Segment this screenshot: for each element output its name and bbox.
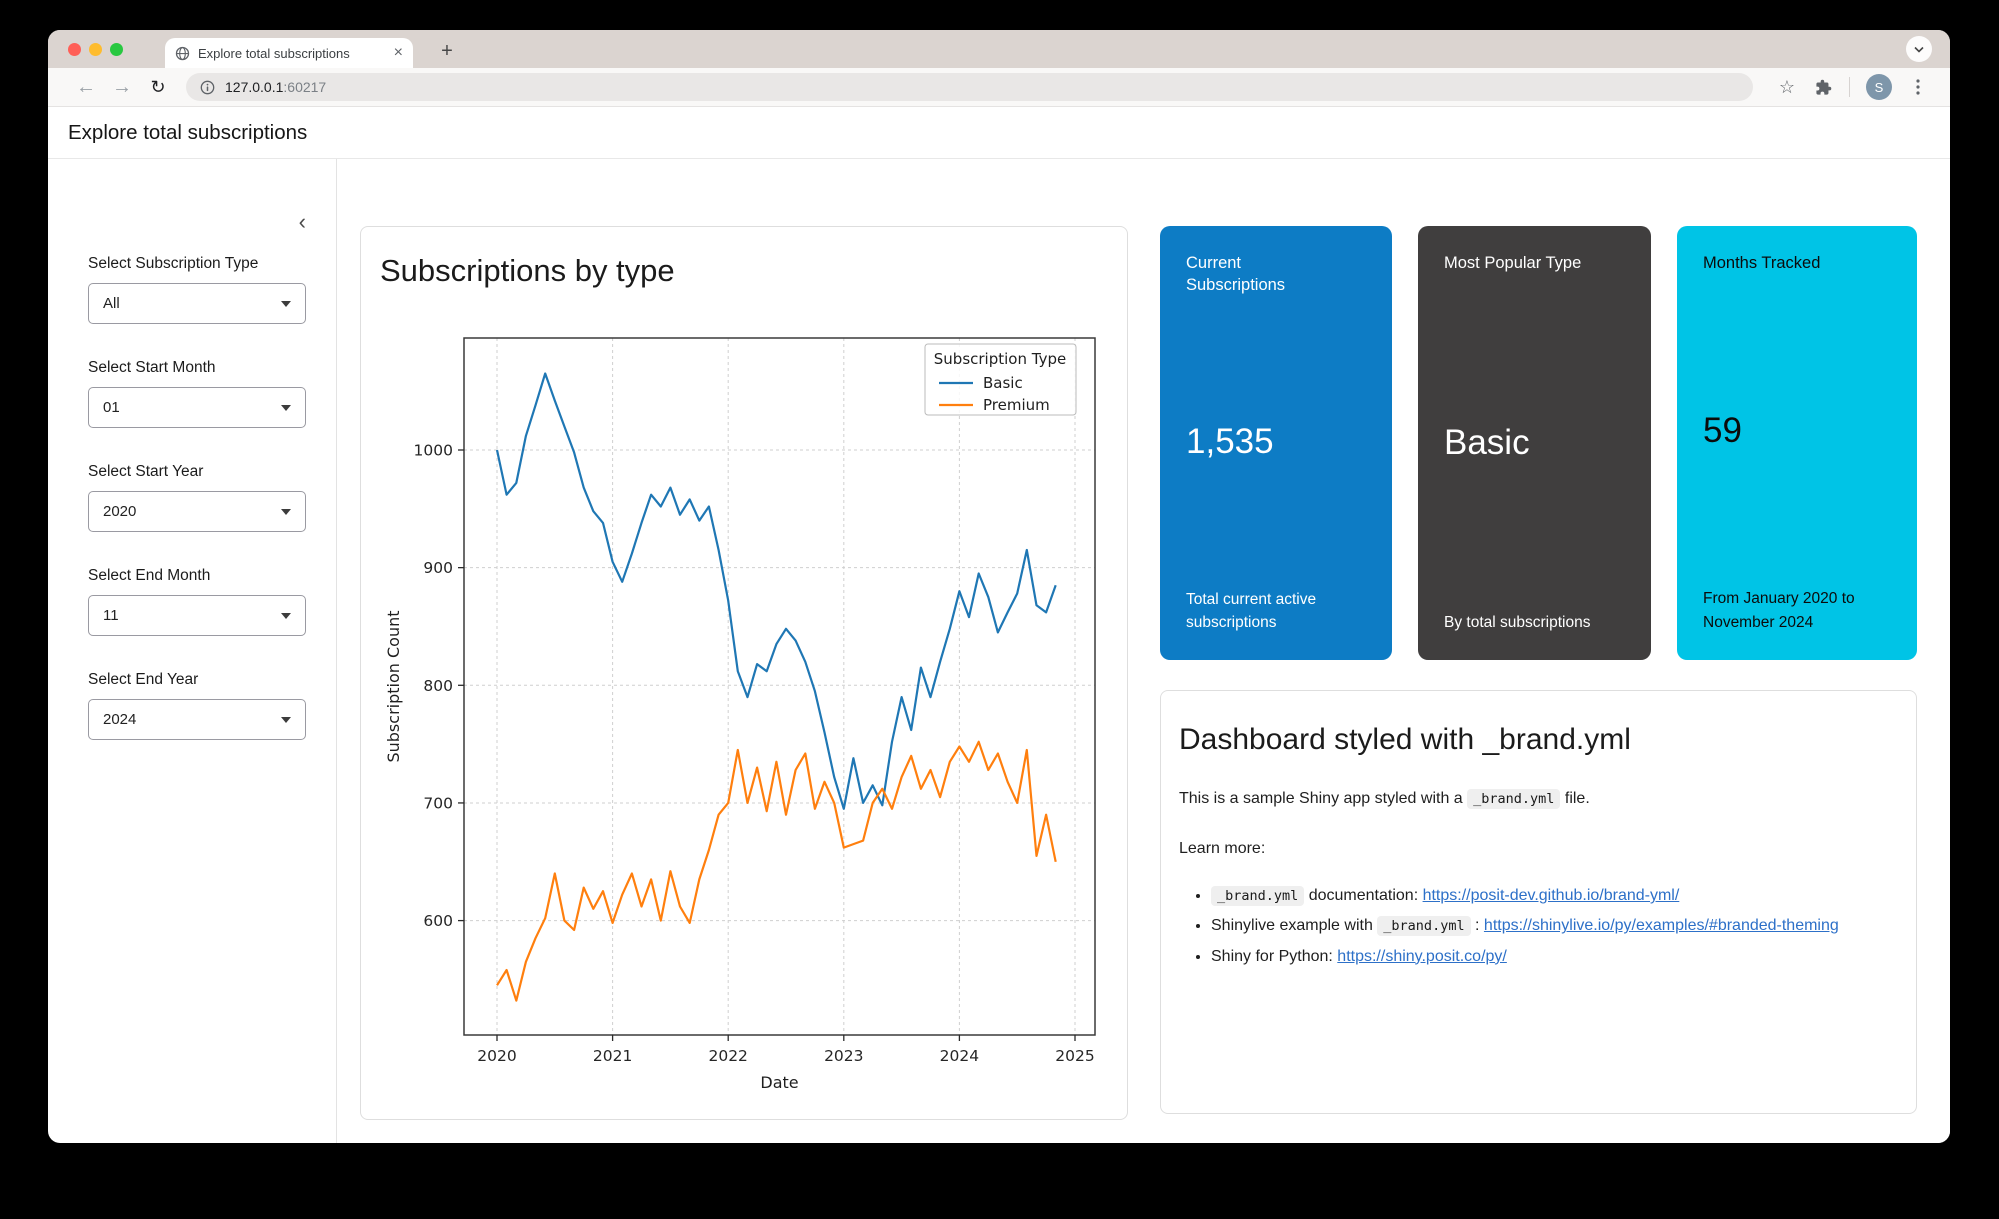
value-box-caption: By total subscriptions bbox=[1444, 611, 1625, 634]
brand-info-card: Dashboard styled with _brand.yml This is… bbox=[1160, 690, 1917, 1114]
brand-yml-code: _brand.yml bbox=[1377, 916, 1470, 936]
forward-button[interactable]: → bbox=[106, 71, 138, 103]
app-header: Explore total subscriptions bbox=[48, 107, 1950, 159]
end-month-select[interactable]: 11 bbox=[88, 595, 306, 636]
value-box-title: Current Subscriptions bbox=[1186, 252, 1330, 297]
filter-subscription-type: Select Subscription Type All bbox=[88, 255, 306, 324]
toolbar-divider bbox=[1849, 77, 1850, 97]
collapse-sidebar-icon[interactable]: ‹ bbox=[299, 211, 306, 233]
address-bar[interactable]: 127.0.0.1:60217 bbox=[186, 73, 1753, 101]
info-card-title: Dashboard styled with _brand.yml bbox=[1179, 723, 1898, 757]
main-content: Subscriptions by type 202020212022202320… bbox=[337, 159, 1950, 1143]
value-box-caption: From January 2020 to November 2024 bbox=[1703, 587, 1891, 634]
profile-avatar[interactable]: S bbox=[1866, 74, 1892, 100]
chevron-down-icon bbox=[281, 405, 291, 411]
tab-search-button[interactable] bbox=[1906, 36, 1932, 62]
svg-text:600: 600 bbox=[423, 912, 453, 930]
extensions-icon[interactable] bbox=[1807, 72, 1839, 102]
tab-strip: Explore total subscriptions × + bbox=[48, 30, 1950, 68]
chevron-down-icon bbox=[281, 613, 291, 619]
svg-text:Subscription Type: Subscription Type bbox=[934, 350, 1066, 368]
browser-tab[interactable]: Explore total subscriptions × bbox=[165, 38, 413, 68]
new-tab-button[interactable]: + bbox=[433, 37, 461, 65]
value-box-title: Months Tracked bbox=[1703, 252, 1853, 274]
filter-label: Select End Month bbox=[88, 567, 306, 585]
browser-toolbar: ← → ↻ 127.0.0.1:60217 ☆ S bbox=[48, 68, 1950, 107]
subscriptions-chart-card: Subscriptions by type 202020212022202320… bbox=[360, 226, 1128, 1120]
chevron-down-icon bbox=[1914, 46, 1924, 53]
svg-text:800: 800 bbox=[423, 677, 453, 695]
chevron-down-icon bbox=[281, 301, 291, 307]
value-box-current-subscriptions: Current Subscriptions 1,535 Total curren… bbox=[1160, 226, 1392, 660]
start-month-select[interactable]: 01 bbox=[88, 387, 306, 428]
external-link[interactable]: https://shinylive.io/py/examples/#brande… bbox=[1484, 917, 1839, 934]
minimize-window-button[interactable] bbox=[89, 43, 102, 56]
svg-text:Basic: Basic bbox=[983, 374, 1023, 392]
end-year-select[interactable]: 2024 bbox=[88, 699, 306, 740]
page-title: Explore total subscriptions bbox=[68, 121, 307, 145]
chevron-down-icon bbox=[281, 509, 291, 515]
external-link[interactable]: https://posit-dev.github.io/brand-yml/ bbox=[1423, 887, 1680, 904]
close-window-button[interactable] bbox=[68, 43, 81, 56]
value-box-value: 59 bbox=[1703, 411, 1891, 451]
filter-end-month: Select End Month 11 bbox=[88, 567, 306, 636]
url-text: 127.0.0.1:60217 bbox=[225, 79, 326, 95]
value-box-most-popular-type: Most Popular Type Basic By total subscri… bbox=[1418, 226, 1651, 660]
svg-text:700: 700 bbox=[423, 794, 453, 812]
svg-text:Premium: Premium bbox=[983, 396, 1050, 414]
filter-label: Select Start Year bbox=[88, 463, 306, 481]
close-tab-icon[interactable]: × bbox=[394, 45, 403, 61]
brand-yml-code: _brand.yml bbox=[1467, 789, 1560, 809]
chart-title: Subscriptions by type bbox=[361, 227, 1127, 289]
info-intro: This is a sample Shiny app styled with a… bbox=[1179, 787, 1898, 811]
browser-window: Explore total subscriptions × + ← → ↻ 12… bbox=[48, 30, 1950, 1143]
external-link[interactable]: https://shiny.posit.co/py/ bbox=[1337, 948, 1507, 965]
site-info-icon[interactable] bbox=[200, 80, 215, 95]
filter-label: Select End Year bbox=[88, 671, 306, 689]
traffic-lights bbox=[68, 43, 123, 56]
bookmark-star-icon[interactable]: ☆ bbox=[1771, 72, 1803, 102]
reload-button[interactable]: ↻ bbox=[142, 71, 174, 103]
learn-more-item: Shinylive example with _brand.yml : http… bbox=[1211, 913, 1898, 939]
sidebar: ‹ Select Subscription Type All Select St… bbox=[48, 159, 337, 1143]
svg-text:2025: 2025 bbox=[1055, 1047, 1094, 1065]
svg-text:2023: 2023 bbox=[824, 1047, 863, 1065]
filter-end-year: Select End Year 2024 bbox=[88, 671, 306, 740]
learn-more-list: _brand.yml documentation: https://posit-… bbox=[1179, 883, 1898, 970]
svg-text:Date: Date bbox=[760, 1073, 798, 1092]
filter-start-month: Select Start Month 01 bbox=[88, 359, 306, 428]
svg-text:Subscription Count: Subscription Count bbox=[384, 610, 403, 762]
back-button[interactable]: ← bbox=[70, 71, 102, 103]
brand-yml-code: _brand.yml bbox=[1211, 886, 1304, 906]
svg-text:1000: 1000 bbox=[414, 442, 453, 460]
zoom-window-button[interactable] bbox=[110, 43, 123, 56]
chevron-down-icon bbox=[281, 717, 291, 723]
learn-more-item: _brand.yml documentation: https://posit-… bbox=[1211, 883, 1898, 909]
browser-menu-icon[interactable] bbox=[1902, 72, 1934, 102]
filter-label: Select Start Month bbox=[88, 359, 306, 377]
learn-more-item: Shiny for Python: https://shiny.posit.co… bbox=[1211, 944, 1898, 970]
value-box-value: Basic bbox=[1444, 423, 1625, 463]
svg-text:900: 900 bbox=[423, 559, 453, 577]
svg-text:2024: 2024 bbox=[940, 1047, 979, 1065]
value-box-caption: Total current active subscriptions bbox=[1186, 588, 1366, 635]
value-box-months-tracked: Months Tracked 59 From January 2020 to N… bbox=[1677, 226, 1917, 660]
filter-start-year: Select Start Year 2020 bbox=[88, 463, 306, 532]
value-box-title: Most Popular Type bbox=[1444, 252, 1589, 274]
start-year-select[interactable]: 2020 bbox=[88, 491, 306, 532]
subscription-type-select[interactable]: All bbox=[88, 283, 306, 324]
svg-text:2020: 2020 bbox=[477, 1047, 516, 1065]
favicon-globe-icon bbox=[175, 46, 190, 61]
tab-title: Explore total subscriptions bbox=[198, 46, 386, 61]
filter-label: Select Subscription Type bbox=[88, 255, 306, 273]
svg-text:2022: 2022 bbox=[708, 1047, 747, 1065]
value-box-value: 1,535 bbox=[1186, 422, 1366, 462]
subscriptions-line-chart: 2020 2021 2022 2023 2024 2025 600 700 800 900 1000… bbox=[361, 227, 1129, 1121]
learn-more-label: Learn more: bbox=[1179, 837, 1898, 861]
svg-text:2021: 2021 bbox=[593, 1047, 632, 1065]
